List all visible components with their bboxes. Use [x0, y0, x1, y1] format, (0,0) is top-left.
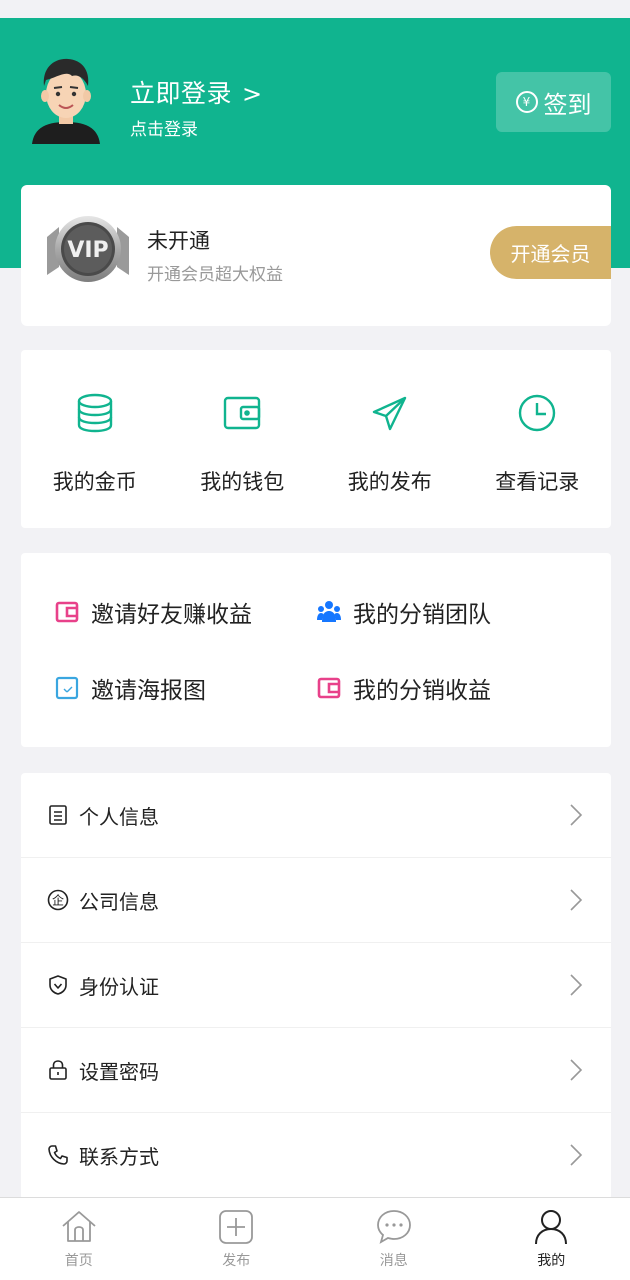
menu-label: 个人信息 — [79, 804, 159, 829]
vip-card: VIP 未开通 开通会员超大权益 开通会员 — [21, 185, 611, 326]
shortcut-my-wallet[interactable]: 我的钱包 — [169, 350, 317, 528]
chat-bubble-icon — [376, 1210, 411, 1244]
tab-messages[interactable]: 消息 — [315, 1198, 473, 1280]
wallet-icon — [224, 396, 261, 430]
menu-row-personal-info[interactable]: 个人信息 — [21, 773, 611, 858]
shield-icon — [49, 975, 67, 995]
tab-mine[interactable]: 我的 — [473, 1198, 630, 1280]
chevron-right-icon — [570, 974, 583, 996]
yen-coin-icon: ¥ — [515, 91, 538, 113]
chevron-right-icon — [570, 1144, 583, 1166]
team-icon — [317, 601, 341, 622]
clock-icon — [519, 394, 556, 432]
company-seal-text: 企 — [52, 893, 64, 908]
menu-row-contact[interactable]: 联系方式 — [21, 1113, 611, 1198]
coins-stack-icon — [77, 393, 112, 433]
user-avatar[interactable] — [28, 52, 104, 144]
tab-label: 发布 — [222, 1253, 251, 1269]
distribution-label: 邀请好友赚收益 — [91, 602, 252, 628]
distribution-label: 邀请海报图 — [91, 678, 206, 704]
menu-label: 公司信息 — [79, 889, 159, 914]
distribution-team-item[interactable]: 我的分销团队 — [317, 595, 491, 629]
settings-list: 个人信息 企 公司信息 身份认证 设置密码 联系方式 — [21, 773, 611, 1200]
phone-icon — [48, 1145, 68, 1165]
login-title: 立即登录 — [130, 79, 233, 108]
checkin-label: 签到 — [543, 90, 592, 119]
distribution-label: 我的分销团队 — [353, 602, 491, 628]
shortcut-label: 查看记录 — [495, 470, 580, 494]
tab-publish[interactable]: 发布 — [158, 1198, 316, 1280]
shortcut-view-history[interactable]: 查看记录 — [464, 350, 612, 528]
distribution-label: 我的分销收益 — [353, 678, 491, 704]
paper-plane-icon — [372, 396, 406, 431]
company-seal-icon: 企 — [47, 889, 69, 911]
tab-label: 消息 — [379, 1253, 408, 1269]
tab-label: 我的 — [537, 1253, 566, 1269]
chevron-right-icon — [570, 1059, 583, 1081]
shortcut-label: 我的发布 — [347, 470, 432, 494]
document-icon — [49, 805, 67, 825]
person-icon — [535, 1210, 568, 1245]
chevron-right-icon: > — [242, 80, 263, 108]
vip-status: 未开通 — [147, 229, 210, 253]
tab-home[interactable]: 首页 — [0, 1198, 158, 1280]
shortcut-label: 我的金币 — [52, 470, 137, 494]
shortcut-label: 我的钱包 — [200, 470, 285, 494]
chevron-right-icon — [570, 889, 583, 911]
lock-icon — [49, 1060, 67, 1080]
home-icon — [62, 1211, 96, 1242]
menu-row-set-password[interactable]: 设置密码 — [21, 1028, 611, 1113]
shortcut-my-coins[interactable]: 我的金币 — [21, 350, 169, 528]
shortcut-grid: 我的金币 我的钱包 我的发布 查看记录 — [21, 350, 611, 528]
vip-benefit-text: 开通会员超大权益 — [147, 265, 283, 285]
distribution-card: 邀请好友赚收益 我的分销团队 邀请海报图 我的分销收益 — [21, 553, 611, 747]
plus-square-icon — [219, 1210, 254, 1244]
menu-row-identity-verification[interactable]: 身份认证 — [21, 943, 611, 1028]
open-membership-button[interactable]: 开通会员 — [490, 226, 611, 279]
bottom-tab-bar: 首页 发布 消息 我的 — [0, 1197, 630, 1280]
poster-icon — [55, 676, 79, 700]
menu-row-company-info[interactable]: 企 公司信息 — [21, 858, 611, 943]
tab-label: 首页 — [64, 1253, 93, 1269]
menu-label: 联系方式 — [79, 1144, 159, 1169]
login-link[interactable]: 立即登录 > — [130, 74, 263, 110]
wallet-icon — [55, 601, 79, 623]
profile-page: 立即登录 > 点击登录 ¥ 签到 VIP 未开通 开通会员超大权益 开通会员 我… — [0, 0, 630, 1280]
shortcut-my-posts[interactable]: 我的发布 — [316, 350, 464, 528]
vip-badge-icon: VIP — [47, 216, 129, 282]
distribution-earnings-item[interactable]: 我的分销收益 — [317, 671, 491, 705]
chevron-right-icon — [570, 804, 583, 826]
login-subtitle[interactable]: 点击登录 — [130, 115, 198, 140]
invite-poster-item[interactable]: 邀请海报图 — [55, 671, 206, 705]
menu-label: 身份认证 — [79, 974, 159, 999]
menu-label: 设置密码 — [79, 1059, 159, 1084]
vip-badge-text: VIP — [67, 238, 108, 263]
invite-friends-item[interactable]: 邀请好友赚收益 — [55, 595, 252, 629]
checkin-button[interactable]: ¥ 签到 — [496, 72, 611, 132]
wallet-icon — [317, 677, 341, 699]
